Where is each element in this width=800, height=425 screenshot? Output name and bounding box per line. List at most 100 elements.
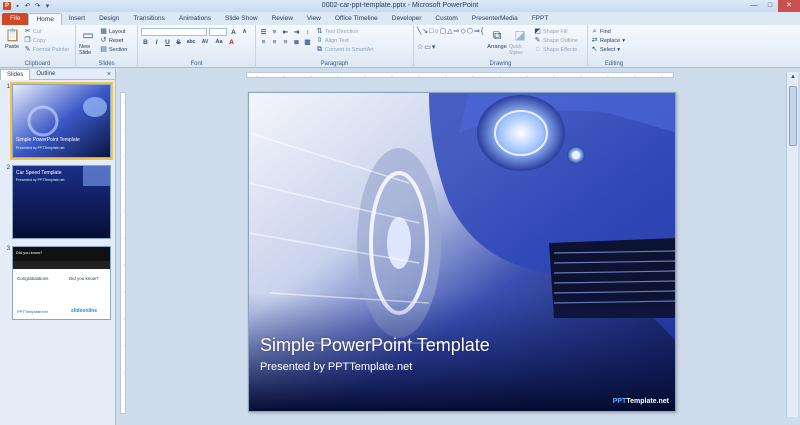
- tab-outline-panel[interactable]: Outline: [30, 69, 61, 80]
- text-direction-button[interactable]: ⇅ Text Direction: [316, 27, 374, 36]
- tab-file[interactable]: File: [2, 13, 29, 25]
- paste-button[interactable]: 📋 Paste: [3, 27, 21, 54]
- tab-review[interactable]: Review: [265, 13, 300, 25]
- arrow2-shape-icon[interactable]: ⇨: [454, 27, 460, 42]
- reset-button[interactable]: ↺ Reset: [100, 36, 127, 45]
- minimize-button[interactable]: —: [746, 0, 762, 12]
- slide-canvas[interactable]: Simple PowerPoint Template Presented by …: [248, 92, 676, 412]
- spacing-button[interactable]: AV: [199, 38, 211, 47]
- tab-fppt[interactable]: FPPT: [525, 13, 556, 25]
- save-icon[interactable]: ▪: [14, 3, 21, 10]
- diamond-shape-icon[interactable]: ◇: [460, 27, 465, 42]
- tab-slides-panel[interactable]: Slides: [0, 69, 31, 80]
- tab-office-timeline[interactable]: Office Timeline: [328, 13, 385, 25]
- app-icon[interactable]: P: [3, 2, 11, 10]
- shrink-font-icon[interactable]: A: [240, 28, 249, 37]
- tab-developer[interactable]: Developer: [385, 13, 429, 25]
- tab-design[interactable]: Design: [92, 13, 126, 25]
- tab-slide-show[interactable]: Slide Show: [218, 13, 265, 25]
- slide-number: 2: [6, 165, 10, 171]
- quick-access-toolbar: P ▪ ↶ ↷ ▾: [0, 0, 51, 12]
- slide-thumbnail-3[interactable]: Did you know? Congratulations Did you kn…: [12, 246, 111, 320]
- redo-icon[interactable]: ↷: [34, 3, 41, 10]
- section-button[interactable]: ▤ Section: [100, 45, 127, 54]
- shape-outline-button[interactable]: ✎ Shape Outline: [534, 36, 578, 45]
- close-icon[interactable]: ×: [107, 69, 115, 79]
- rrect-shape-icon[interactable]: ▢: [440, 27, 447, 42]
- convert-smartart-button[interactable]: ⧉ Convert to SmartArt: [316, 45, 374, 54]
- font-name-select[interactable]: [141, 28, 207, 36]
- thumb-col-2: Did you know?: [69, 276, 99, 281]
- group-slides: ▭ New Slide ▦ Layout ↺ Reset ▤ Section Slid…: [76, 25, 138, 68]
- shape-fill-button[interactable]: ◩ Shape Fill: [534, 27, 578, 36]
- strike-button[interactable]: S: [174, 38, 183, 47]
- shapes-gallery[interactable]: ╲ ↘ □ ○ ▢ △ ⇨ ◇ ⬡ ⇒{ ☆ ▭ ▾: [417, 27, 485, 57]
- undo-icon[interactable]: ↶: [24, 3, 31, 10]
- shape-effects-button[interactable]: ◌ Shape Effects: [534, 45, 578, 54]
- shadow-button[interactable]: abc: [185, 38, 197, 47]
- font-size-select[interactable]: [209, 28, 227, 36]
- group-label-slides: Slides: [98, 61, 115, 67]
- underline-button[interactable]: U: [163, 38, 172, 47]
- tab-home[interactable]: Home: [28, 13, 62, 25]
- new-slide-button[interactable]: ▭ New Slide: [79, 27, 97, 56]
- align-right-icon[interactable]: ≡: [281, 38, 290, 47]
- vertical-scrollbar[interactable]: ▲: [786, 72, 798, 417]
- right-arrow-shape-icon[interactable]: ⇒: [474, 27, 480, 42]
- thumb-subtitle: Presented by PPTTemplate.net: [16, 146, 65, 150]
- slide-thumbnail-2[interactable]: Car Speed Template Presented by PPTTempl…: [12, 165, 111, 239]
- select-button[interactable]: ↖ Select ▾: [591, 45, 637, 54]
- oval-shape-icon[interactable]: ○: [434, 27, 438, 42]
- align-center-icon[interactable]: ≡: [270, 38, 279, 47]
- hex-shape-icon[interactable]: ⬡: [467, 27, 473, 42]
- close-button[interactable]: ✕: [778, 0, 800, 12]
- cut-button[interactable]: ✂ Cut: [24, 27, 69, 36]
- slide-subtitle[interactable]: Presented by PPTTemplate.net: [260, 361, 412, 373]
- star-shape-icon[interactable]: ☆: [417, 43, 423, 58]
- more-shapes-icon[interactable]: ▾: [432, 43, 436, 58]
- thumb-brand-1: PPTTemplate.net: [17, 309, 48, 314]
- group-label-drawing: Drawing: [489, 61, 512, 67]
- line-spacing-icon[interactable]: ↕: [303, 28, 312, 37]
- format-painter-button[interactable]: ✎ Format Painter: [24, 45, 70, 54]
- scroll-thumb[interactable]: [789, 86, 797, 146]
- align-text-button[interactable]: ⇳ Align Text: [316, 36, 374, 45]
- arrange-button[interactable]: ⧉ Arrange: [487, 27, 507, 57]
- numbering-icon[interactable]: ≡: [270, 28, 279, 37]
- decrease-indent-icon[interactable]: ⇤: [281, 28, 290, 37]
- line-shape-icon[interactable]: ╲: [417, 27, 421, 42]
- triangle-shape-icon[interactable]: △: [447, 27, 452, 42]
- bold-button[interactable]: B: [141, 38, 150, 47]
- horizontal-ruler: [246, 72, 674, 78]
- quick-styles-button[interactable]: ◪ Quick Styles: [509, 27, 531, 57]
- arrange-icon: ⧉: [492, 28, 502, 42]
- replace-button[interactable]: ⇄ Replace ▾: [591, 36, 637, 45]
- rect-shape-icon[interactable]: □: [429, 27, 433, 42]
- scroll-up-icon[interactable]: ▲: [787, 72, 799, 82]
- brace-shape-icon[interactable]: {: [481, 27, 483, 42]
- tab-animations[interactable]: Animations: [172, 13, 218, 25]
- tab-transitions[interactable]: Transitions: [126, 13, 172, 25]
- callout-shape-icon[interactable]: ▭: [424, 43, 431, 58]
- maximize-button[interactable]: □: [762, 0, 778, 12]
- columns-icon[interactable]: ▥: [303, 38, 312, 47]
- bullets-icon[interactable]: ☰: [259, 28, 268, 37]
- italic-button[interactable]: I: [152, 38, 161, 47]
- case-button[interactable]: Aa: [213, 38, 225, 47]
- tab-insert[interactable]: Insert: [62, 13, 92, 25]
- align-left-icon[interactable]: ≡: [259, 38, 268, 47]
- slide-thumbnail-1[interactable]: Simple PowerPoint Template Presented by …: [10, 82, 113, 160]
- grow-font-icon[interactable]: A: [229, 28, 238, 37]
- tab-presentermedia[interactable]: PresenterMedia: [465, 13, 525, 25]
- increase-indent-icon[interactable]: ⇥: [292, 28, 301, 37]
- tab-view[interactable]: View: [300, 13, 328, 25]
- arrow-shape-icon[interactable]: ↘: [422, 27, 428, 42]
- copy-button[interactable]: ❐ Copy: [24, 36, 69, 45]
- slide-title[interactable]: Simple PowerPoint Template: [260, 335, 490, 356]
- font-color-button[interactable]: A: [227, 38, 236, 47]
- repeat-icon[interactable]: ▾: [44, 3, 51, 10]
- layout-button[interactable]: ▦ Layout: [100, 27, 127, 36]
- justify-icon[interactable]: ≣: [292, 38, 301, 47]
- find-button[interactable]: ⌕ Find: [591, 27, 637, 36]
- tab-custom[interactable]: Custom: [428, 13, 464, 25]
